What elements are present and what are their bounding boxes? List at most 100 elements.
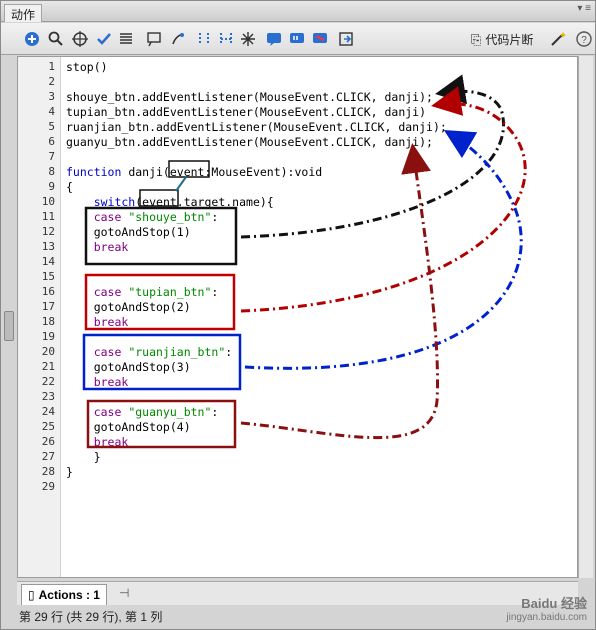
- code-token: function: [66, 165, 122, 179]
- code-token: gotoAndStop(3): [66, 360, 191, 374]
- find-icon[interactable]: [47, 30, 65, 48]
- code-token: break: [66, 435, 129, 449]
- code-line[interactable]: {: [66, 180, 73, 194]
- code-line[interactable]: break: [66, 375, 129, 389]
- line-number: 20: [41, 345, 55, 358]
- code-token: guanyu_btn.addEventListener(MouseEvent.C…: [66, 135, 433, 149]
- code-token: (event.target.name){: [135, 195, 274, 209]
- line-number: 19: [41, 330, 55, 343]
- code-token: gotoAndStop(4): [66, 420, 191, 434]
- line-number: 2: [48, 75, 55, 88]
- line-number: 27: [41, 450, 55, 463]
- code-token: "guanyu_btn": [128, 405, 212, 419]
- code-line[interactable]: }: [66, 450, 101, 464]
- show-toolbox-icon[interactable]: [337, 30, 355, 48]
- code-token: break: [66, 315, 129, 329]
- line-number: 26: [41, 435, 55, 448]
- code-token: case: [66, 405, 129, 419]
- code-token: case: [66, 345, 129, 359]
- vertical-scrollbar[interactable]: [578, 56, 593, 578]
- tab-actions[interactable]: ▯ Actions : 1: [21, 584, 107, 605]
- line-number: 25: [41, 420, 55, 433]
- tab-actions-label: Actions : 1: [38, 588, 100, 602]
- check-syntax-icon[interactable]: [95, 30, 113, 48]
- line-number: 5: [48, 120, 55, 133]
- script-tabs: ▯ Actions : 1 ⊣: [17, 581, 578, 605]
- code-token: "shouye_btn": [128, 210, 212, 224]
- collapse-selection-icon[interactable]: [217, 30, 235, 48]
- help-icon[interactable]: ?: [575, 30, 593, 48]
- code-line[interactable]: gotoAndStop(1): [66, 225, 191, 239]
- code-line[interactable]: case "tupian_btn":: [66, 285, 219, 299]
- line-number: 21: [41, 360, 55, 373]
- code-line[interactable]: gotoAndStop(4): [66, 420, 191, 434]
- comment-block-icon[interactable]: [265, 30, 283, 48]
- comment-line-icon[interactable]: [288, 30, 306, 48]
- code-token: }: [66, 450, 101, 464]
- status-bar: 第 29 行 (共 29 行), 第 1 列: [19, 610, 163, 624]
- code-line[interactable]: stop(): [66, 60, 108, 74]
- line-number: 14: [41, 255, 55, 268]
- auto-format-icon[interactable]: [117, 30, 135, 48]
- uncomment-icon[interactable]: [311, 30, 329, 48]
- svg-text:?: ?: [581, 35, 587, 46]
- line-number: 23: [41, 390, 55, 403]
- code-token: :: [225, 345, 233, 359]
- line-number: 12: [41, 225, 55, 238]
- code-line[interactable]: case "ruanjian_btn":: [66, 345, 233, 359]
- add-icon[interactable]: [23, 30, 41, 48]
- code-token: stop(): [66, 60, 108, 74]
- target-icon[interactable]: [71, 30, 89, 48]
- watermark-url: jingyan.baidu.com: [506, 612, 587, 623]
- code-line[interactable]: guanyu_btn.addEventListener(MouseEvent.C…: [66, 135, 433, 149]
- line-number: 17: [41, 300, 55, 313]
- code-line[interactable]: switch(event.target.name){: [66, 195, 274, 209]
- sidebar-collapse-handle[interactable]: [4, 311, 14, 341]
- code-line[interactable]: gotoAndStop(3): [66, 360, 191, 374]
- watermark-brand: Baidu 经验: [521, 596, 587, 611]
- code-line[interactable]: ruanjian_btn.addEventListener(MouseEvent…: [66, 120, 447, 134]
- line-number: 28: [41, 465, 55, 478]
- code-line[interactable]: break: [66, 435, 129, 449]
- code-line[interactable]: tupian_btn.addEventListener(MouseEvent.C…: [66, 105, 426, 119]
- pin-script-icon[interactable]: ⊣: [119, 586, 129, 600]
- code-line[interactable]: case "shouye_btn":: [66, 210, 219, 224]
- script-editor[interactable]: 1 2 3 4 5 6 7 8 9 10 11 12 13 14 15 16 17 18 19 20 21 22 23 24 2…: [17, 56, 578, 578]
- watermark: Baidu 经验 jingyan.baidu.com: [506, 593, 587, 623]
- code-line[interactable]: gotoAndStop(2): [66, 300, 191, 314]
- snippets-label: 代码片断: [485, 33, 534, 47]
- code-snippets-button[interactable]: ⎘ 代码片断: [471, 31, 533, 48]
- code-token: :: [211, 285, 219, 299]
- code-line[interactable]: shouye_btn.addEventListener(MouseEvent.C…: [66, 90, 433, 104]
- code-token: break: [66, 375, 129, 389]
- code-line[interactable]: }: [66, 465, 73, 479]
- code-line[interactable]: case "guanyu_btn":: [66, 405, 219, 419]
- panel-menu-icon[interactable]: ▾ ≡: [577, 3, 591, 14]
- panel-title[interactable]: 动作: [4, 4, 43, 22]
- wand-icon[interactable]: [549, 30, 567, 48]
- code-token: case: [66, 210, 129, 224]
- code-token: gotoAndStop(1): [66, 225, 191, 239]
- code-hint-icon[interactable]: [145, 30, 163, 48]
- line-number: 22: [41, 375, 55, 388]
- code-token: tupian_btn.addEventListener(MouseEvent.C…: [66, 105, 427, 119]
- line-number: 3: [48, 90, 55, 103]
- code-line[interactable]: break: [66, 240, 129, 254]
- line-number: 11: [41, 210, 55, 223]
- line-number: 15: [41, 270, 55, 283]
- line-number: 24: [41, 405, 55, 418]
- code-token: :: [211, 210, 219, 224]
- code-line[interactable]: function danji(event:MouseEvent):void: [66, 165, 322, 179]
- line-number: 16: [41, 285, 55, 298]
- line-number: 18: [41, 315, 55, 328]
- expand-all-icon[interactable]: [239, 30, 257, 48]
- code-token: }: [66, 465, 73, 479]
- line-number: 13: [41, 240, 55, 253]
- code-line[interactable]: break: [66, 315, 129, 329]
- toolbar: ⎘ 代码片断 ?: [1, 23, 595, 55]
- line-number: 29: [41, 480, 55, 493]
- line-number: 4: [48, 105, 55, 118]
- debug-icon[interactable]: [169, 30, 187, 48]
- code-token: "ruanjian_btn": [128, 345, 226, 359]
- collapse-icon[interactable]: [195, 30, 213, 48]
